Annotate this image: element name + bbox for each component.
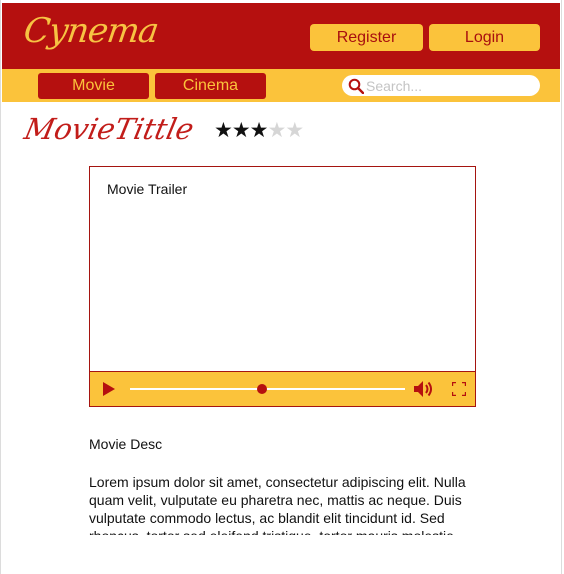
star-filled-icon[interactable]: ★ [250, 119, 269, 142]
seek-handle[interactable] [257, 384, 267, 394]
search-input[interactable] [366, 77, 534, 94]
star-filled-icon[interactable]: ★ [232, 119, 251, 142]
header: Cynema Register Login [2, 3, 560, 69]
video-player[interactable]: Movie Trailer [89, 166, 476, 407]
login-button[interactable]: Login [429, 24, 540, 51]
search-icon[interactable] [348, 78, 364, 94]
star-filled-icon[interactable]: ★ [214, 119, 233, 142]
description-heading: Movie Desc [89, 436, 163, 452]
star-empty-icon[interactable]: ★ [267, 119, 286, 142]
star-rating[interactable]: ★★★★★ [214, 119, 304, 142]
description-text: Lorem ipsum dolor sit amet, consectetur … [89, 474, 466, 535]
tab-cinema[interactable]: Cinema [155, 73, 266, 99]
play-icon[interactable] [103, 382, 115, 396]
register-button[interactable]: Register [310, 24, 423, 51]
player-controls [90, 371, 475, 406]
site-logo[interactable]: Cynema [21, 11, 160, 51]
volume-icon[interactable] [414, 380, 434, 398]
seek-bar[interactable] [130, 388, 405, 390]
tab-movie[interactable]: Movie [38, 73, 149, 99]
star-empty-icon[interactable]: ★ [285, 119, 304, 142]
search-box[interactable] [342, 75, 540, 96]
trailer-label: Movie Trailer [107, 181, 188, 197]
nav-bar: Movie Cinema [2, 69, 560, 102]
fullscreen-icon[interactable] [452, 382, 466, 396]
movie-title: MovieTittle [21, 112, 197, 146]
